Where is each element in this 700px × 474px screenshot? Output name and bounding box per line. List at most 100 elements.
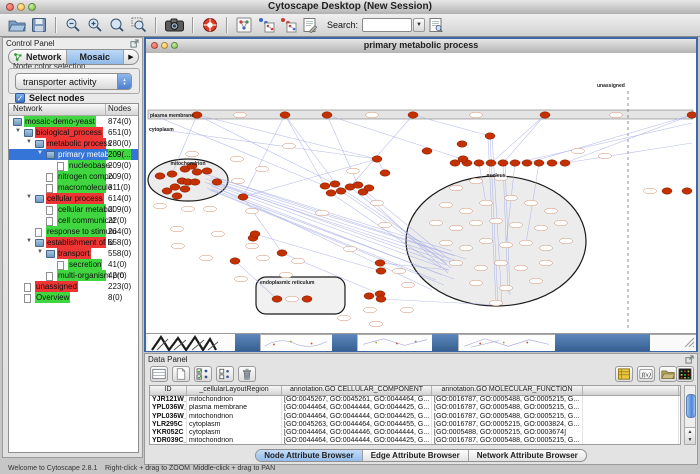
table-cell[interactable] bbox=[583, 429, 679, 437]
table-cell[interactable]: [GO:0016787, GO:0005488, GO:0005215, G..… bbox=[432, 396, 583, 404]
network-node[interactable] bbox=[320, 183, 330, 189]
network-node[interactable] bbox=[376, 296, 386, 302]
network-node[interactable] bbox=[155, 173, 165, 179]
tree-row-transport[interactable]: ▼transport558(0) bbox=[9, 248, 138, 259]
help-lifering-icon[interactable] bbox=[200, 16, 220, 34]
network-node[interactable] bbox=[167, 171, 177, 177]
expand-triangle-icon[interactable]: ▼ bbox=[26, 139, 32, 145]
tree-row-cell-communicat[interactable]: cell communicat22(0) bbox=[9, 215, 138, 226]
table-cell[interactable]: [GO:0045263, GO:0044464, GO:0044455, G..… bbox=[282, 421, 432, 429]
tree-row-secretion[interactable]: secretion41(0) bbox=[9, 259, 138, 270]
table-row[interactable]: YDR039C__1mitochondrion[GO:0044464, GO:0… bbox=[150, 437, 680, 445]
table-cell[interactable]: YLR295C bbox=[150, 421, 187, 429]
network-node[interactable] bbox=[422, 148, 432, 154]
network-node[interactable] bbox=[180, 186, 190, 192]
network-node[interactable] bbox=[376, 268, 386, 274]
tree-row-response-to-stimulu[interactable]: response to stimulu264(0) bbox=[9, 226, 138, 237]
table-cell[interactable]: YJR121W__1 bbox=[150, 396, 187, 404]
tree-row-establishment-of-lo[interactable]: ▼establishment of lo558(0) bbox=[9, 237, 138, 248]
scrollbar-arrows[interactable]: ▲▼ bbox=[685, 427, 695, 444]
table-cell[interactable]: [GO:0016787, GO:0005488, GO:0005215, G..… bbox=[432, 437, 583, 445]
network-node[interactable] bbox=[485, 133, 495, 139]
zoom-in-icon[interactable] bbox=[85, 16, 105, 34]
tab-edge-attribute-browser[interactable]: Edge Attribute Browser bbox=[363, 450, 469, 461]
region-nucleus[interactable] bbox=[406, 176, 586, 306]
table-cell[interactable]: cytoplasm bbox=[187, 421, 282, 429]
column-header-annotation.GO MOLECULAR_FUNCTION[interactable]: annotation.GO MOLECULAR_FUNCTION bbox=[432, 386, 583, 395]
network-node[interactable] bbox=[272, 296, 282, 302]
snapshot-camera-icon[interactable] bbox=[163, 16, 186, 34]
network-node[interactable] bbox=[560, 160, 570, 166]
network-node[interactable] bbox=[662, 188, 672, 194]
background-network-window[interactable] bbox=[260, 334, 332, 351]
create-view-icon[interactable] bbox=[256, 16, 276, 34]
table-cell[interactable]: [GO:0045267, GO:0045261, GO:0044464, G..… bbox=[282, 396, 432, 404]
search-options-icon[interactable] bbox=[426, 16, 446, 34]
tree-row-biological-process[interactable]: ▼biological_process651(0) bbox=[9, 127, 138, 138]
table-cell[interactable]: [GO:0005488, GO:0005215, GO:0003674] bbox=[432, 429, 583, 437]
table-cell[interactable]: [GO:0044464, GO:0044446, GO:0044444, G..… bbox=[282, 429, 432, 437]
column-header-_cellularLayoutRegion[interactable]: _cellularLayoutRegion bbox=[187, 386, 282, 395]
tree-row-mosaic-demo-yeast[interactable]: mosaic-demo-yeast874(0) bbox=[9, 116, 138, 127]
network-node[interactable] bbox=[380, 170, 390, 176]
background-window-edge[interactable] bbox=[332, 334, 357, 351]
background-window-edge[interactable] bbox=[235, 334, 260, 351]
network-node[interactable] bbox=[534, 160, 544, 166]
network-node[interactable] bbox=[474, 160, 484, 166]
table-cell[interactable] bbox=[583, 437, 679, 445]
float-panel-icon[interactable] bbox=[130, 39, 139, 48]
attribute-list-icon[interactable] bbox=[615, 366, 633, 382]
tree-row-overview[interactable]: Overview8(0) bbox=[9, 292, 138, 303]
expand-triangle-icon[interactable]: ▼ bbox=[26, 194, 32, 200]
network-node[interactable] bbox=[522, 160, 532, 166]
resize-grip[interactable] bbox=[650, 334, 696, 351]
select-attributes-icon[interactable] bbox=[194, 366, 212, 382]
unselect-attributes-icon[interactable] bbox=[216, 366, 234, 382]
background-network-window[interactable] bbox=[357, 334, 432, 351]
column-header-annotation.GO CELLULAR_COMPONENT[interactable]: annotation.GO CELLULAR_COMPONENT bbox=[282, 386, 432, 395]
tree-row-nucleobase-[interactable]: nucleobase-209(0) bbox=[9, 160, 138, 171]
column-header-blank[interactable] bbox=[583, 386, 679, 395]
table-cell[interactable]: mitochondrion bbox=[187, 413, 282, 421]
table-cell[interactable] bbox=[583, 413, 679, 421]
network-node[interactable] bbox=[458, 156, 468, 162]
zoom-fit-icon[interactable] bbox=[107, 16, 127, 34]
network-canvas[interactable]: plasma membranecytoplasmmitochondrionnuc… bbox=[146, 53, 696, 333]
table-row[interactable]: YKR052Ccytoplasm[GO:0044464, GO:0044446,… bbox=[150, 429, 680, 437]
search-input[interactable] bbox=[362, 18, 412, 32]
tree-row-multi-organism-pro[interactable]: multi-organism pro42(0) bbox=[9, 270, 138, 281]
network-node[interactable] bbox=[375, 260, 385, 266]
attribute-table-icon[interactable] bbox=[150, 366, 168, 382]
table-row[interactable]: YPL036W__1mitochondrion[GO:0044464, GO:0… bbox=[150, 413, 680, 421]
table-row[interactable]: YPL036W__2plasma membrane[GO:0044464, GO… bbox=[150, 404, 680, 412]
network-node[interactable] bbox=[250, 231, 260, 237]
open-network-icon[interactable] bbox=[7, 16, 27, 34]
network-node[interactable] bbox=[192, 169, 202, 175]
network-node[interactable] bbox=[682, 188, 692, 194]
zoom-selected-icon[interactable] bbox=[129, 16, 149, 34]
table-cell[interactable]: YDR039C__1 bbox=[150, 437, 187, 445]
background-network-window[interactable] bbox=[148, 334, 236, 351]
tree-row-cellular-process[interactable]: ▼cellular process614(0) bbox=[9, 193, 138, 204]
network-node[interactable] bbox=[486, 160, 496, 166]
network-node[interactable] bbox=[498, 160, 508, 166]
background-window-edge[interactable] bbox=[432, 334, 458, 351]
background-network-window[interactable] bbox=[458, 334, 555, 351]
network-node[interactable] bbox=[330, 181, 340, 187]
tree-row-unassigned[interactable]: unassigned223(0) bbox=[9, 281, 138, 292]
expand-triangle-icon[interactable]: ▼ bbox=[37, 249, 43, 255]
table-cell[interactable]: cytoplasm bbox=[187, 429, 282, 437]
table-cell[interactable]: [GO:0044464, GO:0044444, GO:0044425, G..… bbox=[282, 404, 432, 412]
table-cell[interactable]: mitochondrion bbox=[187, 437, 282, 445]
network-node[interactable] bbox=[336, 188, 346, 194]
select-nodes-checkbox[interactable]: ✓ bbox=[15, 93, 25, 103]
tree-row-cellular-metabol[interactable]: cellular metabol209(0) bbox=[9, 204, 138, 215]
search-dropdown-button[interactable]: ▼ bbox=[413, 18, 425, 32]
network-node[interactable] bbox=[202, 168, 212, 174]
network-node[interactable] bbox=[510, 160, 520, 166]
expand-triangle-icon[interactable]: ▼ bbox=[15, 128, 21, 134]
table-cell[interactable]: [GO:0016787, GO:0005488, GO:0005215, G..… bbox=[432, 404, 583, 412]
network-node[interactable] bbox=[326, 190, 336, 196]
network-node[interactable] bbox=[190, 179, 200, 185]
table-cell[interactable]: mitochondrion bbox=[187, 396, 282, 404]
